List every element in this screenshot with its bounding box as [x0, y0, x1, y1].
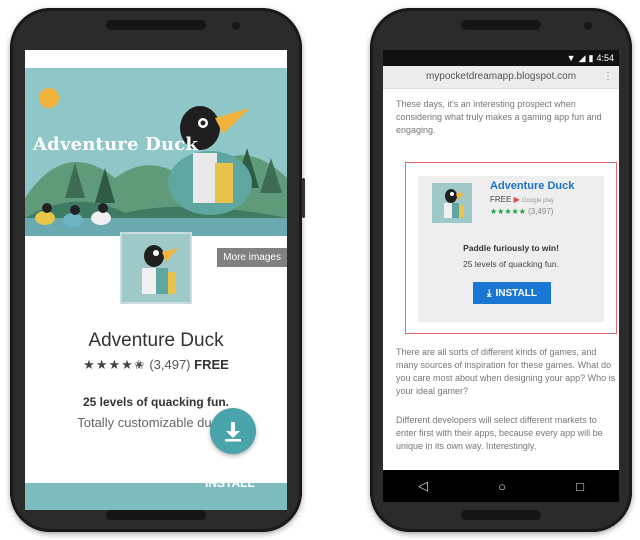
google-play-icon: ▶	[513, 195, 520, 204]
download-icon	[225, 422, 241, 442]
google-play-icon: ▶	[33, 455, 43, 470]
ad-rating: ★★★★★ (3,497)	[490, 207, 553, 216]
ad-rating-count: (3,497)	[528, 207, 554, 216]
home-icon[interactable]: ○	[498, 479, 506, 494]
app-tagline: 25 levels of quacking fun.	[82, 395, 230, 409]
download-icon: ⤓	[487, 287, 492, 299]
address-bar[interactable]: mypocketdreamapp.blogspot.com ⋮	[383, 66, 619, 89]
status-time: 4:54	[596, 53, 614, 63]
status-bar: ▼ ◢ ▮ 4:54	[25, 50, 287, 68]
body-paragraph-1: There are all sorts of different kinds o…	[396, 347, 616, 396]
signal-icon: ◢	[578, 52, 586, 63]
rating-stars: ★★★★✬	[83, 357, 146, 372]
url-text[interactable]: mypocketdreamapp.blogspot.com	[383, 71, 619, 82]
ad-price: FREE	[490, 195, 512, 204]
wifi-icon: ▼	[230, 54, 240, 64]
top-speaker	[461, 20, 541, 30]
recents-icon[interactable]: □	[576, 479, 584, 494]
ad-price-row: FREE ▶ Google play	[490, 195, 554, 204]
bottom-speaker	[461, 510, 541, 520]
back-icon[interactable]: ◁	[418, 478, 428, 494]
app-banner[interactable]: Adventure Duck	[25, 68, 287, 236]
front-camera	[584, 22, 592, 30]
bottom-speaker	[106, 510, 206, 520]
status-time: 4:54	[263, 54, 281, 64]
download-fab[interactable]	[210, 408, 256, 454]
menu-dots-icon[interactable]: ⋮	[603, 71, 613, 82]
front-camera	[232, 22, 240, 30]
app-name: Adventure Duck	[88, 330, 224, 351]
intro-paragraph: These days, it's an interesting prospect…	[396, 99, 602, 135]
body-paragraph-2: Different developers will select differe…	[396, 415, 603, 451]
install-button[interactable]: INSTALL	[205, 476, 255, 490]
price-label: FREE	[194, 357, 229, 372]
ad-stars: ★★★★★	[490, 207, 526, 216]
ad-store-tag: Google play	[521, 198, 554, 204]
ad-install-label: INSTALL	[495, 287, 537, 299]
signal-icon: ◢	[243, 53, 251, 64]
top-speaker	[106, 20, 206, 30]
ad-headline: Paddle furiously to win!	[463, 243, 559, 253]
ad-description: 25 levels of quacking fun.	[463, 259, 559, 269]
ad-title[interactable]: Adventure Duck	[490, 180, 574, 192]
volume-button	[302, 178, 305, 218]
status-bar: ▼ ◢ ▮ 4:54	[383, 50, 619, 66]
ad-app-icon[interactable]	[432, 183, 472, 223]
ad-install-button[interactable]: ⤓ INSTALL	[473, 282, 551, 304]
app-icon	[120, 232, 192, 304]
android-nav-bar: ◁ ○ □	[383, 470, 619, 502]
rating-row: ★★★★✬ (3,497) FREE	[25, 357, 287, 373]
battery-icon: ▮	[588, 52, 594, 63]
banner-title: Adventure Duck	[33, 134, 199, 155]
google-play-label: Google play	[47, 457, 106, 469]
rating-count: (3,497)	[149, 357, 191, 372]
battery-icon: ▮	[254, 53, 260, 64]
google-play-badge: ▶ Google play	[33, 455, 106, 471]
more-images-button[interactable]: More images	[217, 248, 287, 267]
wifi-icon: ▼	[566, 53, 576, 63]
